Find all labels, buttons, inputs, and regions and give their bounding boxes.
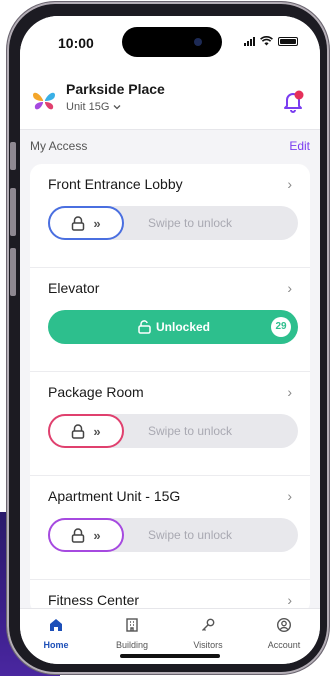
chevron-right-icon[interactable]: ›: [287, 384, 292, 400]
slider-label: Swipe to unlock: [148, 528, 233, 542]
slider-handle[interactable]: »: [48, 518, 124, 552]
lock-icon: [72, 527, 85, 543]
slider-handle[interactable]: »: [48, 414, 124, 448]
double-chevron-right-icon: »: [93, 527, 101, 543]
slider-label: Swipe to unlock: [148, 424, 233, 438]
tab-label: Visitors: [193, 640, 223, 650]
lock-icon: [72, 215, 85, 231]
status-icons: [244, 36, 298, 46]
tab-visitors[interactable]: Visitors: [178, 617, 238, 650]
slider-label: Swipe to unlock: [148, 216, 233, 230]
status-time: 10:00: [58, 35, 94, 51]
unlocked-status-bar[interactable]: Unlocked 29: [48, 310, 298, 344]
unit-selector[interactable]: Unit 15G: [66, 101, 121, 113]
tab-label: Building: [115, 640, 149, 650]
app-header: Parkside Place Unit 15G: [20, 68, 320, 130]
access-item-elevator[interactable]: Elevator › Unlocked 29: [30, 268, 310, 372]
chevron-right-icon[interactable]: ›: [287, 176, 292, 192]
chevron-right-icon[interactable]: ›: [287, 592, 292, 608]
home-indicator: [120, 654, 220, 658]
butterfly-logo-icon: [33, 92, 55, 110]
edit-button[interactable]: Edit: [289, 139, 310, 153]
key-icon: [202, 618, 215, 631]
tab-building[interactable]: Building: [102, 617, 162, 650]
notification-bell-icon[interactable]: [280, 88, 306, 114]
access-list-card: Front Entrance Lobby › » Swipe to unlock…: [30, 164, 310, 614]
chevron-right-icon[interactable]: ›: [287, 488, 292, 504]
unlocked-label-group: Unlocked: [138, 320, 210, 334]
slider-handle[interactable]: »: [48, 206, 124, 240]
access-item-package-room[interactable]: Package Room › » Swipe to unlock: [30, 372, 310, 476]
swipe-to-unlock-slider[interactable]: » Swipe to unlock: [48, 414, 298, 448]
signal-icon: [244, 36, 255, 46]
tab-home[interactable]: Home: [26, 617, 86, 650]
home-icon: [50, 619, 62, 631]
property-name[interactable]: Parkside Place: [66, 81, 165, 97]
battery-icon: [278, 36, 298, 46]
tab-label: Account: [267, 640, 301, 650]
double-chevron-right-icon: »: [93, 215, 101, 231]
unit-label: Unit 15G: [66, 101, 110, 113]
access-item-title: Apartment Unit - 15G: [48, 488, 181, 504]
unlock-count-badge: 29: [271, 317, 291, 337]
phone-frame: 10:00 Parkside Place Unit 15G My Access …: [7, 2, 329, 674]
unlocked-label: Unlocked: [156, 320, 211, 334]
lock-icon: [72, 423, 85, 439]
app-screen: 10:00 Parkside Place Unit 15G My Access …: [20, 16, 320, 664]
tab-account[interactable]: Account: [254, 617, 314, 650]
double-chevron-right-icon: »: [93, 423, 101, 439]
wifi-icon: [260, 36, 273, 46]
phone-side-button: [10, 142, 16, 170]
swipe-to-unlock-slider[interactable]: » Swipe to unlock: [48, 206, 298, 240]
phone-volume-down: [10, 248, 16, 296]
account-icon: [276, 617, 292, 633]
phone-volume-up: [10, 188, 16, 236]
section-title: My Access: [30, 139, 88, 153]
chevron-right-icon[interactable]: ›: [287, 280, 292, 296]
my-access-section-header: My Access Edit: [20, 134, 320, 158]
status-bar: 10:00: [20, 16, 320, 68]
access-item-title: Elevator: [48, 280, 100, 296]
access-item-front-entrance[interactable]: Front Entrance Lobby › » Swipe to unlock: [30, 164, 310, 268]
notification-dot: [294, 90, 304, 100]
access-item-title: Fitness Center: [48, 592, 140, 608]
dynamic-island: [122, 27, 222, 57]
tab-label: Home: [43, 640, 69, 650]
access-item-title: Package Room: [48, 384, 144, 400]
chevron-down-icon: [113, 105, 121, 110]
access-item-apartment-unit[interactable]: Apartment Unit - 15G › » Swipe to unlock: [30, 476, 310, 580]
swipe-to-unlock-slider[interactable]: » Swipe to unlock: [48, 518, 298, 552]
access-item-title: Front Entrance Lobby: [48, 176, 183, 192]
unlocked-icon: [138, 320, 151, 334]
building-icon: [126, 618, 138, 632]
